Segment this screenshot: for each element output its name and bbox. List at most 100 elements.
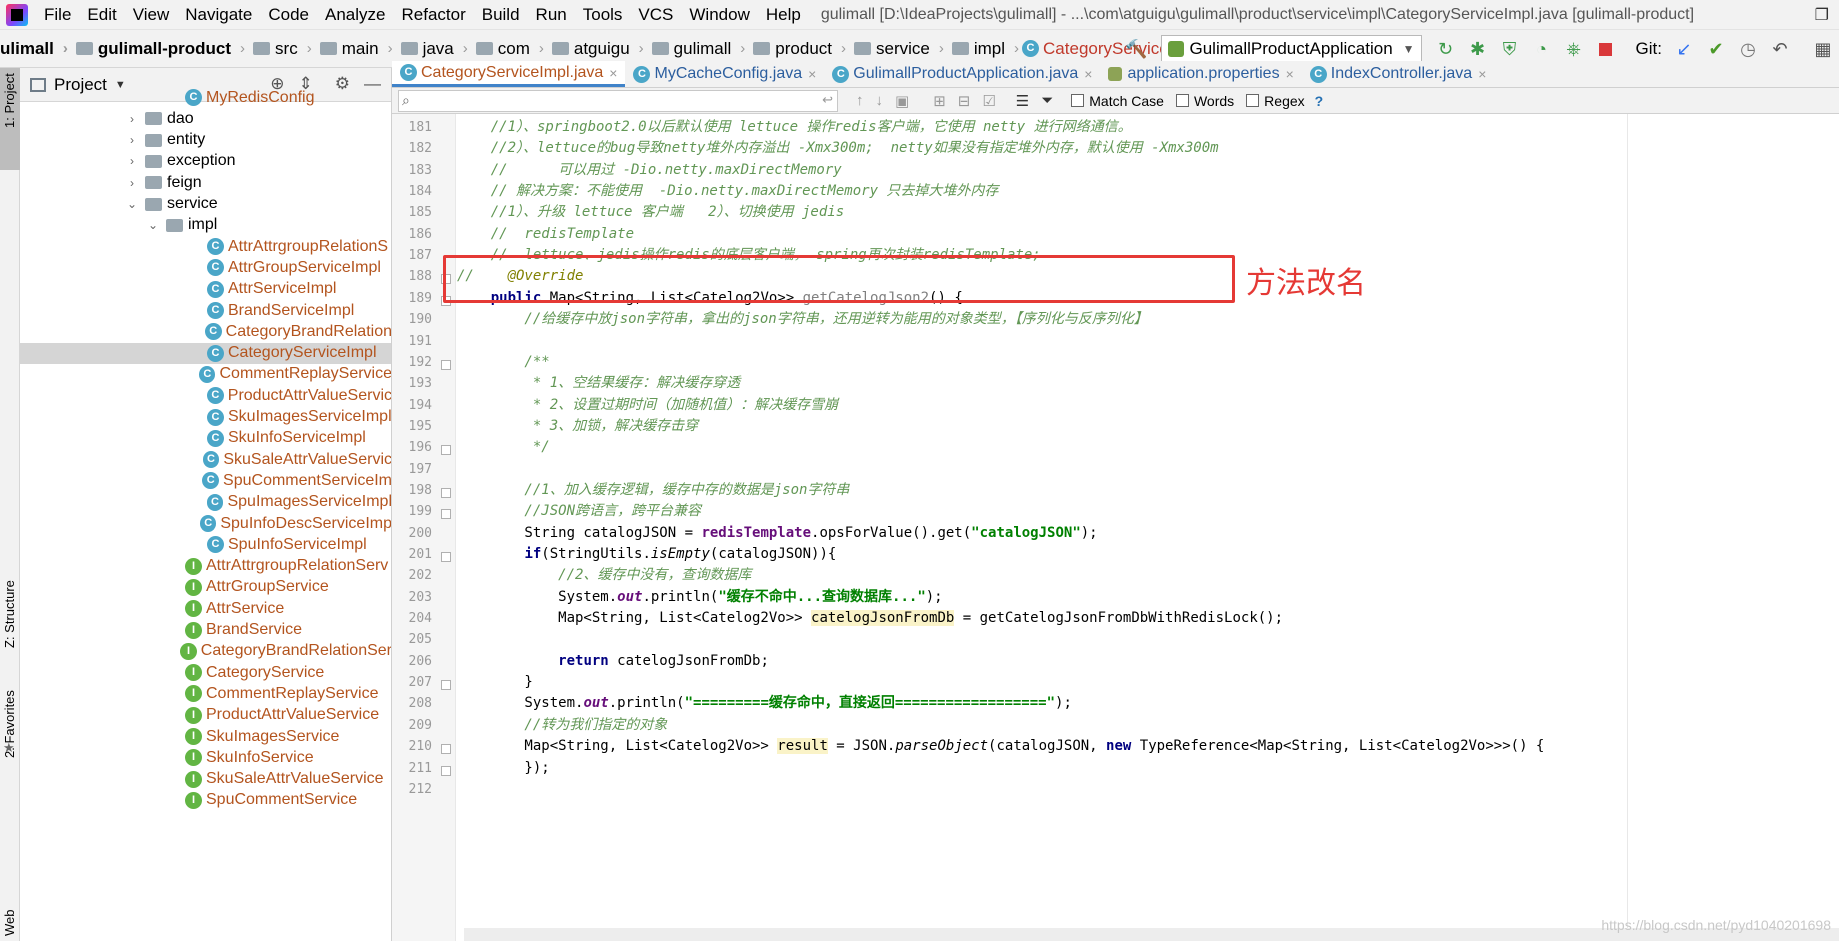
add-selection-icon[interactable]: ⊞	[933, 92, 946, 110]
tree-item[interactable]: C AttrServiceImpl	[20, 279, 391, 300]
menu-build[interactable]: Build	[482, 5, 520, 25]
tree-item[interactable]: I CommentReplayService	[20, 683, 391, 704]
tree-item[interactable]: C SpuInfoServiceImpl	[20, 534, 391, 555]
close-icon[interactable]: ×	[1478, 66, 1486, 82]
breadcrumb-item[interactable]: › main	[304, 39, 379, 59]
previous-occurrence-icon[interactable]: ↑	[856, 92, 864, 109]
tree-item[interactable]: C SpuCommentServiceIm	[20, 470, 391, 491]
fold-marker-icon[interactable]	[441, 509, 451, 520]
regex-help-link[interactable]: ?	[1315, 93, 1324, 109]
menu-view[interactable]: View	[133, 5, 170, 25]
breadcrumb-item[interactable]: › product	[737, 39, 832, 59]
editor-tab[interactable]: C CategoryServiceImpl.java ×	[392, 61, 626, 87]
fold-marker-icon[interactable]	[441, 552, 451, 562]
breadcrumb-item[interactable]: › java	[385, 39, 454, 59]
tree-item[interactable]: I SpuCommentService	[20, 790, 391, 811]
menu-edit[interactable]: Edit	[87, 5, 116, 25]
fold-marker-icon[interactable]	[441, 487, 451, 498]
run-configuration-select[interactable]: GulimallProductApplication ▼	[1160, 35, 1422, 63]
git-update-icon[interactable]: ↙	[1671, 36, 1697, 62]
breadcrumb-item[interactable]: › com	[460, 39, 530, 59]
tree-item[interactable]: I SkuInfoService	[20, 747, 391, 768]
tree-item[interactable]: I AttrService	[20, 598, 391, 619]
attach-debugger-icon[interactable]: ⎈	[1561, 36, 1587, 62]
menu-refactor[interactable]: Refactor	[401, 5, 465, 25]
menu-vcs[interactable]: VCS	[638, 5, 673, 25]
tree-item[interactable]: C CategoryServiceImpl	[20, 342, 391, 364]
tree-item[interactable]: C SkuInfoServiceImpl	[20, 428, 391, 449]
words-checkbox[interactable]: Words	[1175, 93, 1234, 109]
remove-selection-icon[interactable]: ⊟	[958, 92, 971, 110]
breadcrumb-item[interactable]: › service	[838, 39, 930, 59]
menu-analyze[interactable]: Analyze	[325, 5, 385, 25]
editor-tab[interactable]: C GulimallProductApplication.java ×	[824, 61, 1100, 87]
menu-navigate[interactable]: Navigate	[185, 5, 252, 25]
tree-item[interactable]: C SkuSaleAttrValueServic	[20, 449, 391, 470]
toggle-all-selection-icon[interactable]: ☑	[982, 92, 995, 110]
code-editor[interactable]: //1）、springboot2.0以后默认使用 lettuce 操作redis…	[457, 114, 1839, 941]
chevron-right-icon[interactable]: ›	[125, 133, 139, 147]
menu-tools[interactable]: Tools	[583, 5, 623, 25]
editor-tab[interactable]: application.properties ×	[1100, 61, 1301, 87]
menu-run[interactable]: Run	[536, 5, 567, 25]
tree-item[interactable]: I BrandService	[20, 620, 391, 641]
tree-item[interactable]: › entity	[20, 130, 391, 151]
breadcrumb-item[interactable]: › impl	[936, 39, 1005, 59]
tree-item[interactable]: ⌄ impl	[20, 215, 391, 236]
tree-item[interactable]: C SpuImagesServiceImpl	[20, 492, 391, 513]
tree-item[interactable]: I AttrGroupService	[20, 577, 391, 598]
editor-tab[interactable]: C IndexController.java ×	[1302, 61, 1495, 87]
tree-item[interactable]: C MyRedisConfig	[20, 87, 391, 108]
chevron-right-icon[interactable]: ›	[125, 112, 139, 126]
rerun-icon[interactable]: ↻	[1433, 36, 1459, 62]
tool-window-project[interactable]: 1: Project	[2, 73, 17, 128]
tree-item[interactable]: I SkuSaleAttrValueService	[20, 769, 391, 790]
git-commit-icon[interactable]: ✔	[1703, 36, 1729, 62]
tree-item[interactable]: C SpuInfoDescServiceImp	[20, 513, 391, 534]
fold-marker-icon[interactable]	[441, 445, 451, 456]
chevron-right-icon[interactable]: ›	[125, 154, 139, 168]
search-history-icon[interactable]: ↩	[822, 92, 833, 108]
debug-icon[interactable]: ✱	[1465, 36, 1491, 62]
restore-window-icon[interactable]: ❐	[1815, 5, 1829, 25]
regex-checkbox[interactable]: Regex	[1246, 93, 1305, 109]
tree-item[interactable]: I CategoryBrandRelationSer	[20, 641, 391, 662]
coverage-icon[interactable]: ⛨	[1497, 36, 1523, 62]
menu-help[interactable]: Help	[766, 5, 801, 25]
chevron-right-icon[interactable]: ›	[125, 176, 139, 190]
filter-icon[interactable]: ⏷	[1041, 92, 1053, 109]
match-case-checkbox[interactable]: Match Case	[1071, 93, 1164, 109]
menu-window[interactable]: Window	[689, 5, 749, 25]
tree-item[interactable]: C BrandServiceImpl	[20, 300, 391, 321]
fold-marker-icon[interactable]	[441, 765, 451, 776]
chevron-down-icon[interactable]: ⌄	[125, 197, 139, 211]
editor-tab[interactable]: C MyCacheConfig.java ×	[625, 61, 824, 87]
tree-item[interactable]: C CommentReplayService	[20, 364, 391, 385]
stop-icon[interactable]	[1593, 36, 1619, 62]
tree-item[interactable]: I ProductAttrValueService	[20, 705, 391, 726]
breadcrumb-item[interactable]: › gulimall-product	[60, 39, 231, 59]
tree-item[interactable]: ⌄ service	[20, 194, 391, 215]
close-icon[interactable]: ×	[609, 65, 617, 81]
close-icon[interactable]: ×	[1084, 66, 1092, 82]
tree-item[interactable]: C SkuImagesServiceImpl	[20, 407, 391, 428]
fold-marker-icon[interactable]	[441, 680, 451, 691]
filter-options-icon[interactable]: ☰	[1016, 92, 1029, 110]
menu-file[interactable]: File	[44, 5, 71, 25]
tree-item[interactable]: I SkuImagesService	[20, 726, 391, 747]
tree-item[interactable]: › exception	[20, 151, 391, 172]
next-occurrence-icon[interactable]: ↓	[876, 92, 884, 109]
build-hammer-icon[interactable]: 🔨	[1124, 36, 1150, 62]
select-all-occurrences-icon[interactable]: ▣	[895, 92, 909, 110]
tree-item[interactable]: C ProductAttrValueServic	[20, 385, 391, 406]
git-history-icon[interactable]: ◷	[1735, 36, 1761, 62]
breadcrumb-item[interactable]: › atguigu	[536, 39, 630, 59]
tool-window-web[interactable]: Web	[2, 910, 17, 937]
menu-code[interactable]: Code	[268, 5, 309, 25]
tool-window-structure[interactable]: Z: Structure	[2, 580, 17, 648]
tree-item[interactable]: › feign	[20, 172, 391, 193]
tree-item[interactable]: C AttrGroupServiceImpl	[20, 257, 391, 278]
search-input[interactable]: ⌕ ↩	[398, 89, 838, 112]
profile-icon[interactable]: ◔	[1529, 36, 1555, 62]
fold-marker-icon[interactable]	[441, 359, 451, 370]
